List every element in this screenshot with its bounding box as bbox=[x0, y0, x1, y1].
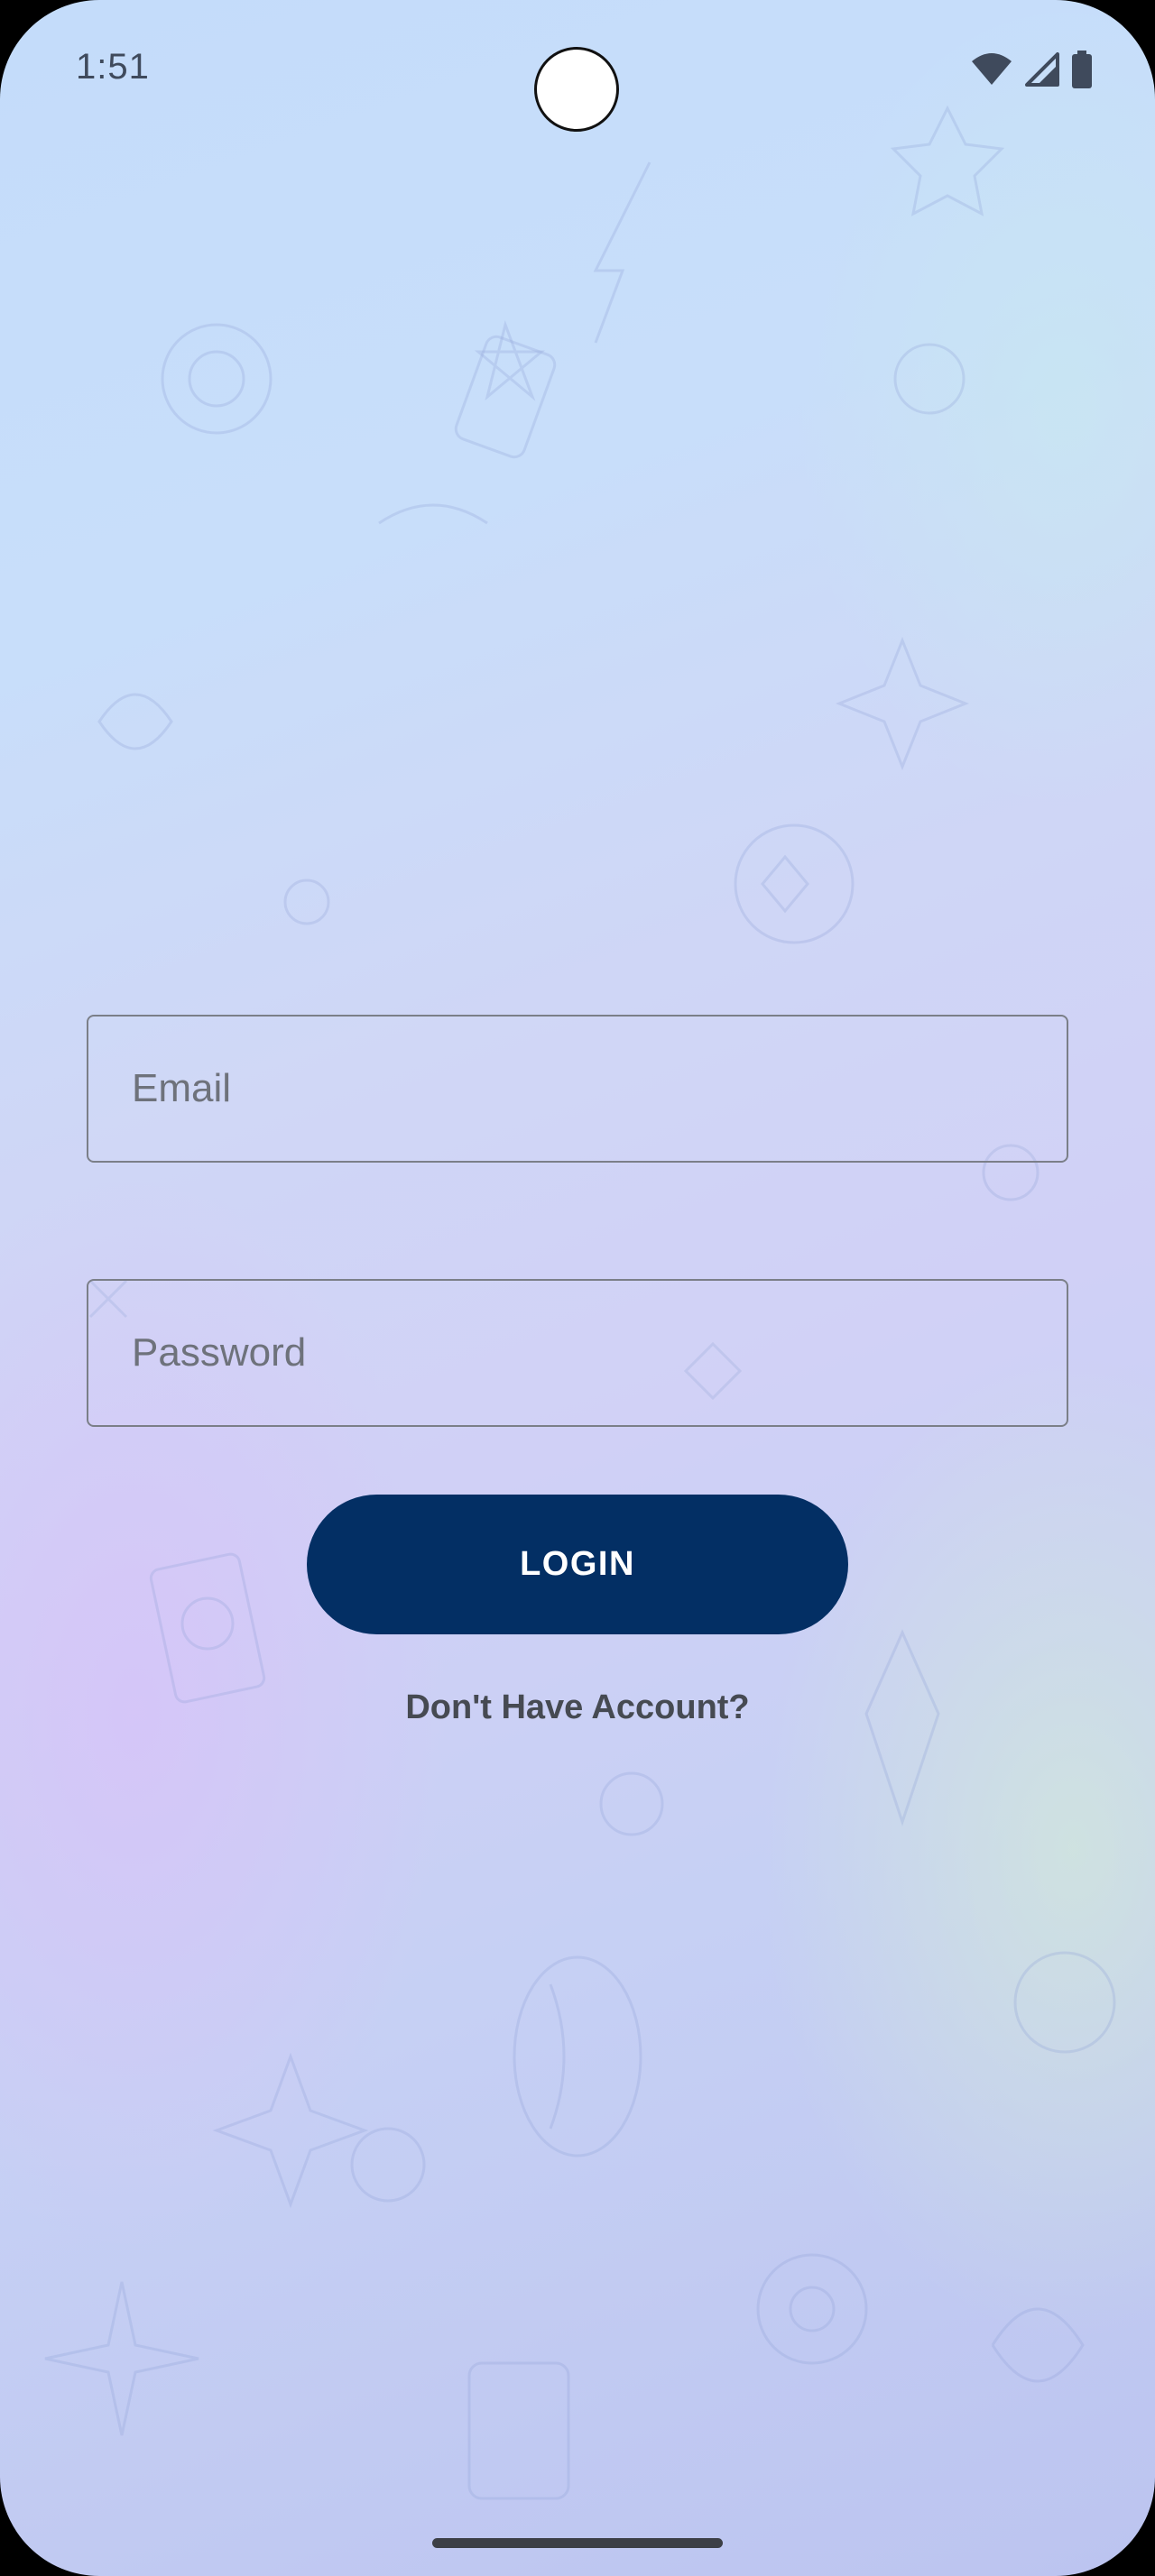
wifi-icon bbox=[972, 53, 1012, 85]
login-button[interactable]: LOGIN bbox=[307, 1495, 848, 1634]
status-bar: 1:51 bbox=[0, 0, 1155, 135]
email-field[interactable] bbox=[87, 1015, 1068, 1163]
camera-cutout bbox=[534, 47, 619, 132]
cellular-signal-icon bbox=[1025, 52, 1059, 87]
home-indicator[interactable] bbox=[432, 2538, 723, 2548]
signup-link[interactable]: Don't Have Account? bbox=[0, 1688, 1155, 1727]
phone-screen: 1:51 LOGIN Don't Have Account? bbox=[0, 0, 1155, 2576]
battery-icon bbox=[1072, 51, 1092, 88]
status-icons bbox=[971, 47, 1092, 92]
email-input[interactable] bbox=[88, 1017, 1067, 1161]
password-field[interactable] bbox=[87, 1279, 1068, 1427]
status-time: 1:51 bbox=[76, 47, 150, 87]
password-input[interactable] bbox=[88, 1281, 1067, 1425]
